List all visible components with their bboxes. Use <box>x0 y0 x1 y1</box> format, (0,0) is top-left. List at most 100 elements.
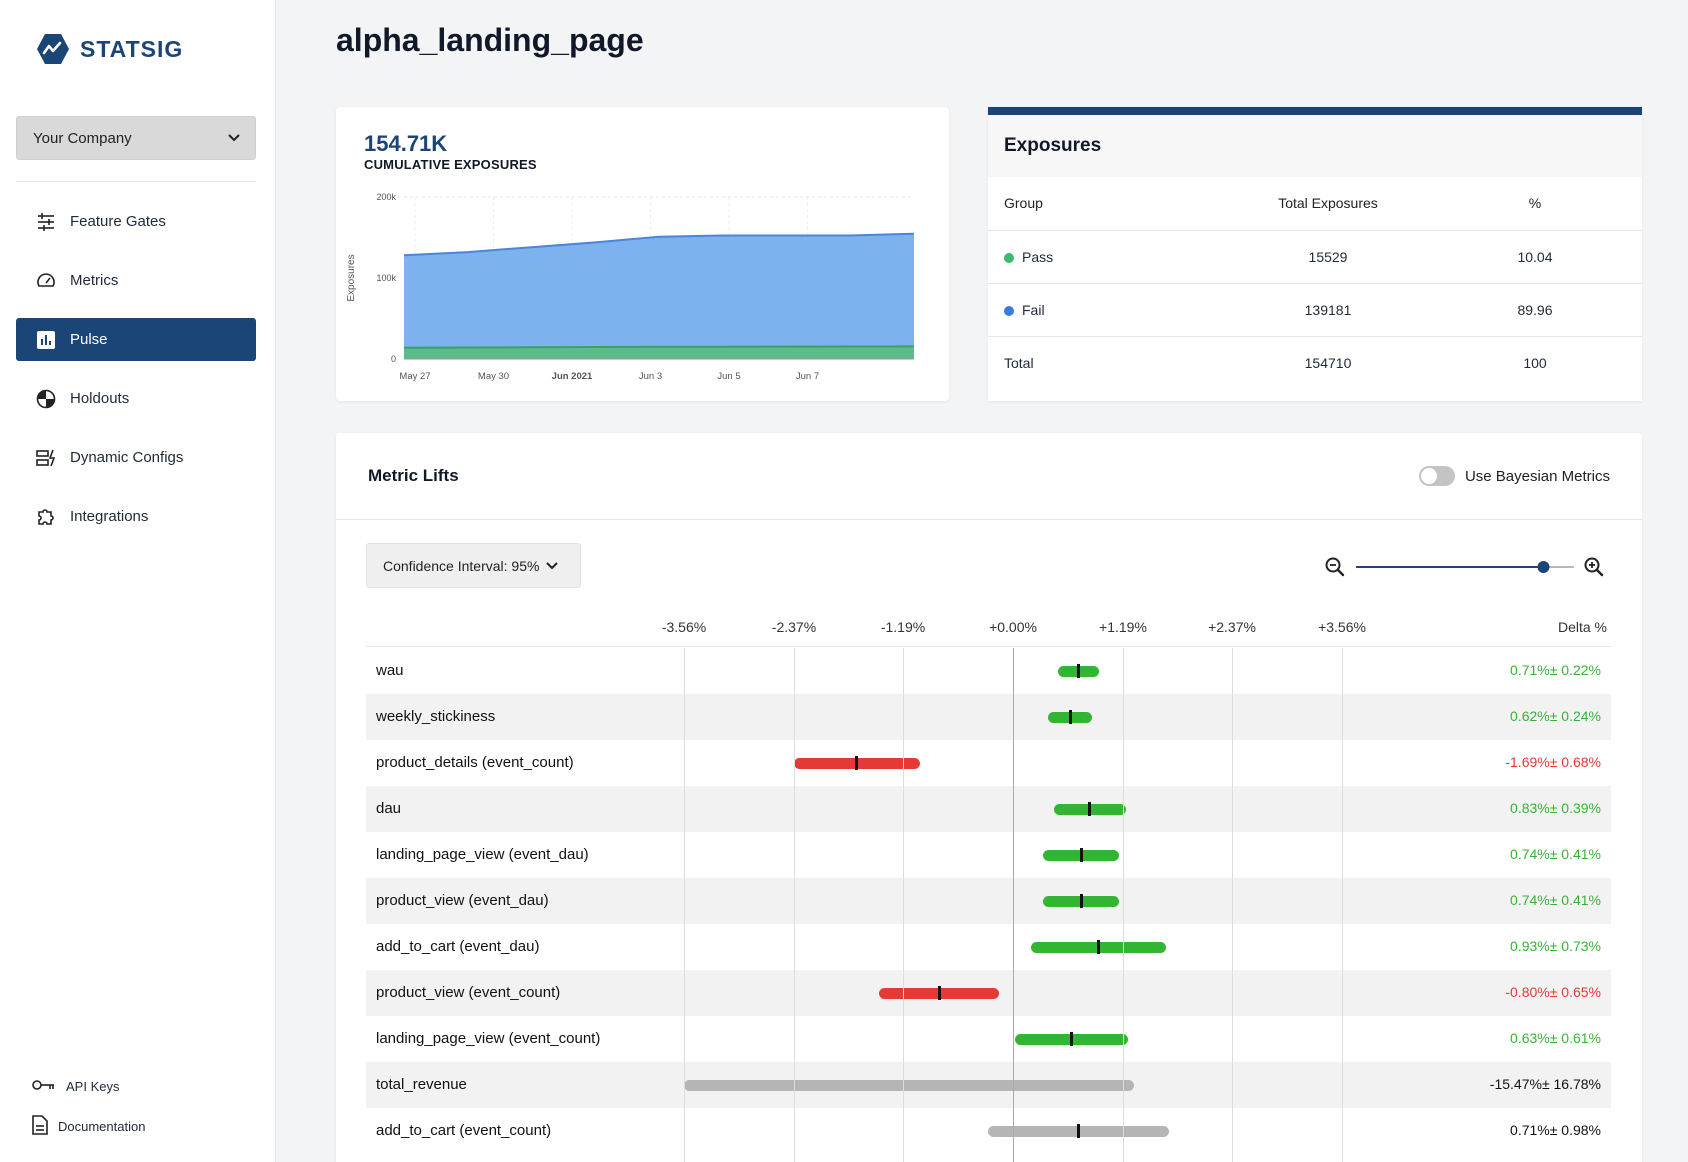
axis-tick-label: +3.56% <box>1318 619 1366 635</box>
delta-header: Delta % <box>1557 619 1607 635</box>
group-label: Fail <box>1022 301 1045 318</box>
column-header: Group <box>988 177 1228 231</box>
cumulative-exposures-chart: 200k 100k 0May 27 May 30 Jun 2021 Jun 3 Jun 5 J… <box>346 192 915 382</box>
total-cell: 139181 <box>1228 283 1428 337</box>
metric-row[interactable]: total_revenue -15.47%± 16.78% <box>366 1062 1611 1108</box>
page-title: alpha_landing_page <box>336 22 644 58</box>
y-tick-label: 100k <box>376 273 396 283</box>
puzzle-icon <box>36 507 56 527</box>
sliders-icon <box>36 212 56 232</box>
sidebar-item-dynamic-configs[interactable]: Dynamic Configs <box>16 436 256 479</box>
group-cell: Pass <box>988 230 1228 284</box>
delta-value: 0.74%± 0.41% <box>1510 846 1601 862</box>
axis-tick-label: +1.19% <box>1099 619 1147 635</box>
sidebar: STATSIG Your Company Feature Gates Metri… <box>0 0 276 1162</box>
metric-row[interactable]: wau 0.71%± 0.22% <box>366 648 1611 694</box>
metric-name: product_view (event_count) <box>376 984 561 1001</box>
sidebar-item-holdouts[interactable]: Holdouts <box>16 377 256 420</box>
series-line-1 <box>403 345 915 349</box>
delta-value: 0.63%± 0.61% <box>1510 1030 1601 1046</box>
metric-row[interactable]: weekly_stickiness 0.62%± 0.24% <box>366 694 1611 740</box>
confidence-interval-dropdown[interactable]: Confidence Interval: 95% <box>366 543 581 588</box>
sidebar-divider <box>16 181 256 182</box>
group-cell: Total <box>988 336 1228 389</box>
y-tick-label: 0 <box>391 354 396 364</box>
delta-value: 0.62%± 0.24% <box>1510 708 1601 724</box>
metric-name: total_revenue <box>376 1076 467 1093</box>
metric-name: weekly_stickiness <box>376 708 496 725</box>
metric-lifts-title: Metric Lifts <box>368 466 459 485</box>
metric-row[interactable]: landing_page_view (event_count) 0.63%± 0.… <box>366 1016 1611 1062</box>
y-axis-label: Exposures <box>346 254 357 301</box>
metric-name: product_details (event_count) <box>376 754 574 771</box>
zoom-slider-handle[interactable] <box>1537 561 1550 573</box>
group-label: Total <box>1004 354 1034 371</box>
sidebar-item-label: Holdouts <box>70 390 130 407</box>
x-tick-label: Jun 7 <box>796 371 819 382</box>
exposures-total-label: CUMULATIVE EXPOSURES <box>364 157 537 172</box>
company-name: Your Company <box>33 129 132 147</box>
metric-name: add_to_cart (event_count) <box>376 1122 552 1139</box>
metric-lifts-header: Metric Lifts Use Bayesian Metrics <box>336 433 1642 520</box>
sidebar-item-integrations[interactable]: Integrations <box>16 495 256 538</box>
pct-cell: 89.96 <box>1428 283 1642 337</box>
delta-value: 0.71%± 0.22% <box>1510 662 1601 678</box>
mean-marker <box>1079 848 1083 862</box>
sidebar-item-pulse[interactable]: Pulse <box>16 318 256 361</box>
group-cell: Fail <box>988 283 1228 337</box>
x-tick-label: Jun 2021 <box>552 371 593 382</box>
zoom-out-icon[interactable] <box>1325 557 1345 577</box>
documentation-label: Documentation <box>58 1118 146 1134</box>
company-selector[interactable]: Your Company <box>16 116 256 160</box>
axis-tick-label: -1.19% <box>880 619 926 635</box>
delta-value: -0.80%± 0.65% <box>1505 984 1601 1000</box>
mean-marker <box>855 756 859 770</box>
api-keys-label: API Keys <box>66 1078 120 1094</box>
cumulative-exposures-card: 154.71K CUMULATIVE EXPOSURES 200k 100k 0 Ma… <box>336 107 949 401</box>
documentation-link[interactable]: Documentation <box>32 1114 145 1138</box>
pct-cell: 10.04 <box>1428 230 1642 284</box>
metric-row[interactable]: product_view (event_dau) 0.74%± 0.41% <box>366 878 1611 924</box>
statsig-logo-icon <box>37 34 69 64</box>
table-row: Pass 15529 10.04 <box>988 230 1642 284</box>
zoom-control <box>1325 557 1604 577</box>
axis-tick-label: -2.37% <box>771 619 817 635</box>
delta-value: 0.71%± 0.98% <box>1510 1122 1601 1138</box>
mean-marker <box>1097 940 1101 954</box>
metric-row[interactable]: add_to_cart (event_dau) 0.93%± 0.73% <box>366 924 1611 970</box>
sidebar-footer: API Keys Documentation <box>32 1074 145 1154</box>
bayesian-toggle[interactable] <box>1418 466 1455 486</box>
metric-row[interactable]: dau 0.83%± 0.39% <box>366 786 1611 832</box>
mean-marker <box>1077 664 1081 678</box>
metric-row[interactable]: landing_page_view (event_dau) 0.74%± 0.41… <box>366 832 1611 878</box>
sidebar-item-metrics[interactable]: Metrics <box>16 259 256 302</box>
sidebar-item-label: Dynamic Configs <box>70 449 184 466</box>
metric-name: product_view (event_dau) <box>376 892 549 909</box>
sidebar-nav: Feature Gates Metrics Pulse Holdouts Dyn… <box>16 200 256 554</box>
metric-row[interactable]: add_to_cart (event_count) 0.71%± 0.98% <box>366 1108 1611 1154</box>
key-icon <box>32 1078 56 1095</box>
series-area-0 <box>404 233 914 359</box>
metric-row[interactable]: product_view (event_count) -0.80%± 0.65% <box>366 970 1611 1016</box>
fail-dot <box>1004 305 1014 316</box>
metric-name: dau <box>376 800 402 817</box>
holdout-icon <box>36 389 56 409</box>
delta-value: 0.83%± 0.39% <box>1510 800 1601 816</box>
column-header: Total Exposures <box>1228 177 1428 231</box>
table-header-row: Group Total Exposures % <box>988 177 1642 231</box>
sidebar-item-feature-gates[interactable]: Feature Gates <box>16 200 256 243</box>
axis-tick-label: -3.56% <box>661 619 707 635</box>
bayesian-label: Use Bayesian Metrics <box>1464 467 1610 485</box>
metric-name: landing_page_view (event_dau) <box>376 846 589 863</box>
table-row: Total 154710 100 <box>988 336 1642 389</box>
metric-row[interactable]: product_details (event_count) -1.69%± 0.6… <box>366 740 1611 786</box>
delta-value: -1.69%± 0.68% <box>1505 754 1601 770</box>
statsig-logo[interactable]: STATSIG <box>36 32 183 66</box>
sidebar-item-label: Pulse <box>70 331 108 348</box>
mean-marker <box>1069 1032 1073 1046</box>
column-header: % <box>1428 177 1642 231</box>
api-keys-link[interactable]: API Keys <box>32 1074 145 1098</box>
group-label: Pass <box>1022 248 1054 265</box>
zoom-in-icon[interactable] <box>1584 557 1604 577</box>
exposures-total-value: 154.71K <box>364 131 448 156</box>
